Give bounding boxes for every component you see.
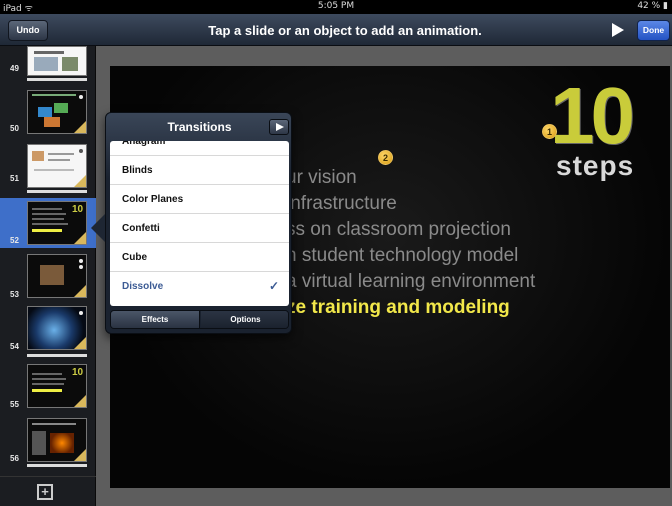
slide-thumbnail[interactable]	[27, 418, 87, 462]
navigator-divider	[0, 476, 96, 477]
build-dot-icon	[79, 311, 83, 315]
slide-number: 55	[10, 400, 19, 409]
slide-number: 51	[10, 174, 19, 183]
transition-option[interactable]: Cube	[110, 243, 289, 272]
slide-thumb-row[interactable]: 49	[0, 46, 96, 82]
steps-logo-word[interactable]: steps	[556, 150, 634, 182]
preview-play-button[interactable]	[269, 119, 289, 135]
slide-bullet-text[interactable]: n student technology model	[286, 245, 518, 267]
slide-divider	[27, 78, 87, 81]
transition-option[interactable]: Blinds	[110, 156, 289, 185]
slide-divider	[27, 464, 87, 467]
animation-corner-icon	[74, 232, 86, 244]
effects-options-segmented-control[interactable]: Effects Options	[110, 310, 289, 329]
slide-thumbnail[interactable]	[27, 46, 87, 76]
animation-corner-icon	[74, 337, 86, 349]
animation-corner-icon	[74, 121, 86, 133]
slide-thumb-row[interactable]: 54	[0, 304, 96, 354]
tab-options[interactable]: Options	[201, 311, 288, 328]
slide-thumb-row[interactable]: 56	[0, 416, 96, 466]
slide-bullet-text[interactable]: ur vision	[286, 167, 357, 189]
slide-thumbnail[interactable]	[27, 144, 87, 188]
slide-thumb-row[interactable]: 51	[0, 142, 96, 192]
slide-thumb-logo: 10	[72, 367, 84, 378]
slide-thumbnail[interactable]	[27, 254, 87, 298]
animation-order-badge[interactable]: 1	[542, 124, 557, 139]
slide-thumbnail[interactable]	[27, 90, 87, 134]
build-dot-icon	[79, 149, 83, 153]
transitions-list[interactable]: Anagram Blinds Color Planes Confetti Cub…	[110, 141, 289, 306]
tab-effects[interactable]: Effects	[111, 311, 200, 328]
slide-number: 54	[10, 342, 19, 351]
build-dot-icon	[79, 259, 83, 263]
clock: 5:05 PM	[317, 1, 355, 11]
animation-corner-icon	[74, 285, 86, 297]
transition-option-label: Dissolve	[122, 281, 164, 292]
steps-logo-number[interactable]: 10	[550, 76, 635, 156]
slide-highlight-text[interactable]: ze training and modeling	[286, 297, 510, 319]
battery-indicator: 42 % ▮	[637, 1, 668, 11]
play-icon[interactable]	[612, 23, 624, 37]
slide-thumbnail[interactable]	[27, 306, 87, 350]
popover-title: Transitions	[167, 120, 232, 134]
animation-corner-icon	[74, 449, 86, 461]
slide-number: 56	[10, 454, 19, 463]
plus-icon[interactable]: +	[37, 484, 53, 500]
status-bar: iPad ᯤ 5:05 PM 42 % ▮	[0, 0, 672, 14]
slide-thumbnail[interactable]: 10	[27, 201, 87, 245]
done-button[interactable]: Done	[637, 20, 670, 41]
slide-thumb-row-selected[interactable]: 52 10	[0, 198, 96, 248]
toolbar: Undo Tap a slide or an object to add an …	[0, 14, 672, 46]
slide-thumb-row[interactable]: 55 10	[0, 362, 96, 412]
popover-arrow	[91, 214, 105, 242]
transition-option[interactable]: Confetti	[110, 214, 289, 243]
animation-order-badge[interactable]: 2	[378, 150, 393, 165]
slide-bullet-text[interactable]: infrastructure	[286, 193, 397, 215]
build-dot-icon	[79, 265, 83, 269]
slide-thumb-logo: 10	[72, 204, 84, 215]
slide-number: 50	[10, 124, 19, 133]
animation-corner-icon	[74, 175, 86, 187]
transition-option[interactable]: Color Planes	[110, 185, 289, 214]
animation-corner-icon	[74, 395, 86, 407]
undo-button[interactable]: Undo	[8, 20, 48, 41]
slide-divider	[27, 190, 87, 193]
slide-bullet-text[interactable]: ss on classroom projection	[286, 219, 511, 241]
slide-bullet-text[interactable]: a virtual learning environment	[286, 271, 535, 293]
slide-thumb-row[interactable]: 53	[0, 252, 96, 302]
checkmark-icon: ✓	[268, 279, 279, 293]
slide-number: 52	[10, 236, 19, 245]
slide-divider	[27, 354, 87, 357]
slide-number: 53	[10, 290, 19, 299]
slide-number: 49	[10, 64, 19, 73]
build-dot-icon	[79, 95, 83, 99]
slide-thumb-row[interactable]: 50	[0, 86, 96, 136]
slide-thumbnail[interactable]: 10	[27, 364, 87, 408]
transition-option-selected[interactable]: Dissolve ✓	[110, 272, 289, 301]
transitions-popover: Transitions Anagram Blinds Color Planes …	[105, 112, 292, 334]
slide-navigator[interactable]: 49 50 51 52 10 53 54 55 10 56 +	[0, 46, 96, 506]
toolbar-title: Tap a slide or an object to add an anima…	[208, 23, 482, 38]
transition-option[interactable]: Anagram	[110, 141, 289, 156]
